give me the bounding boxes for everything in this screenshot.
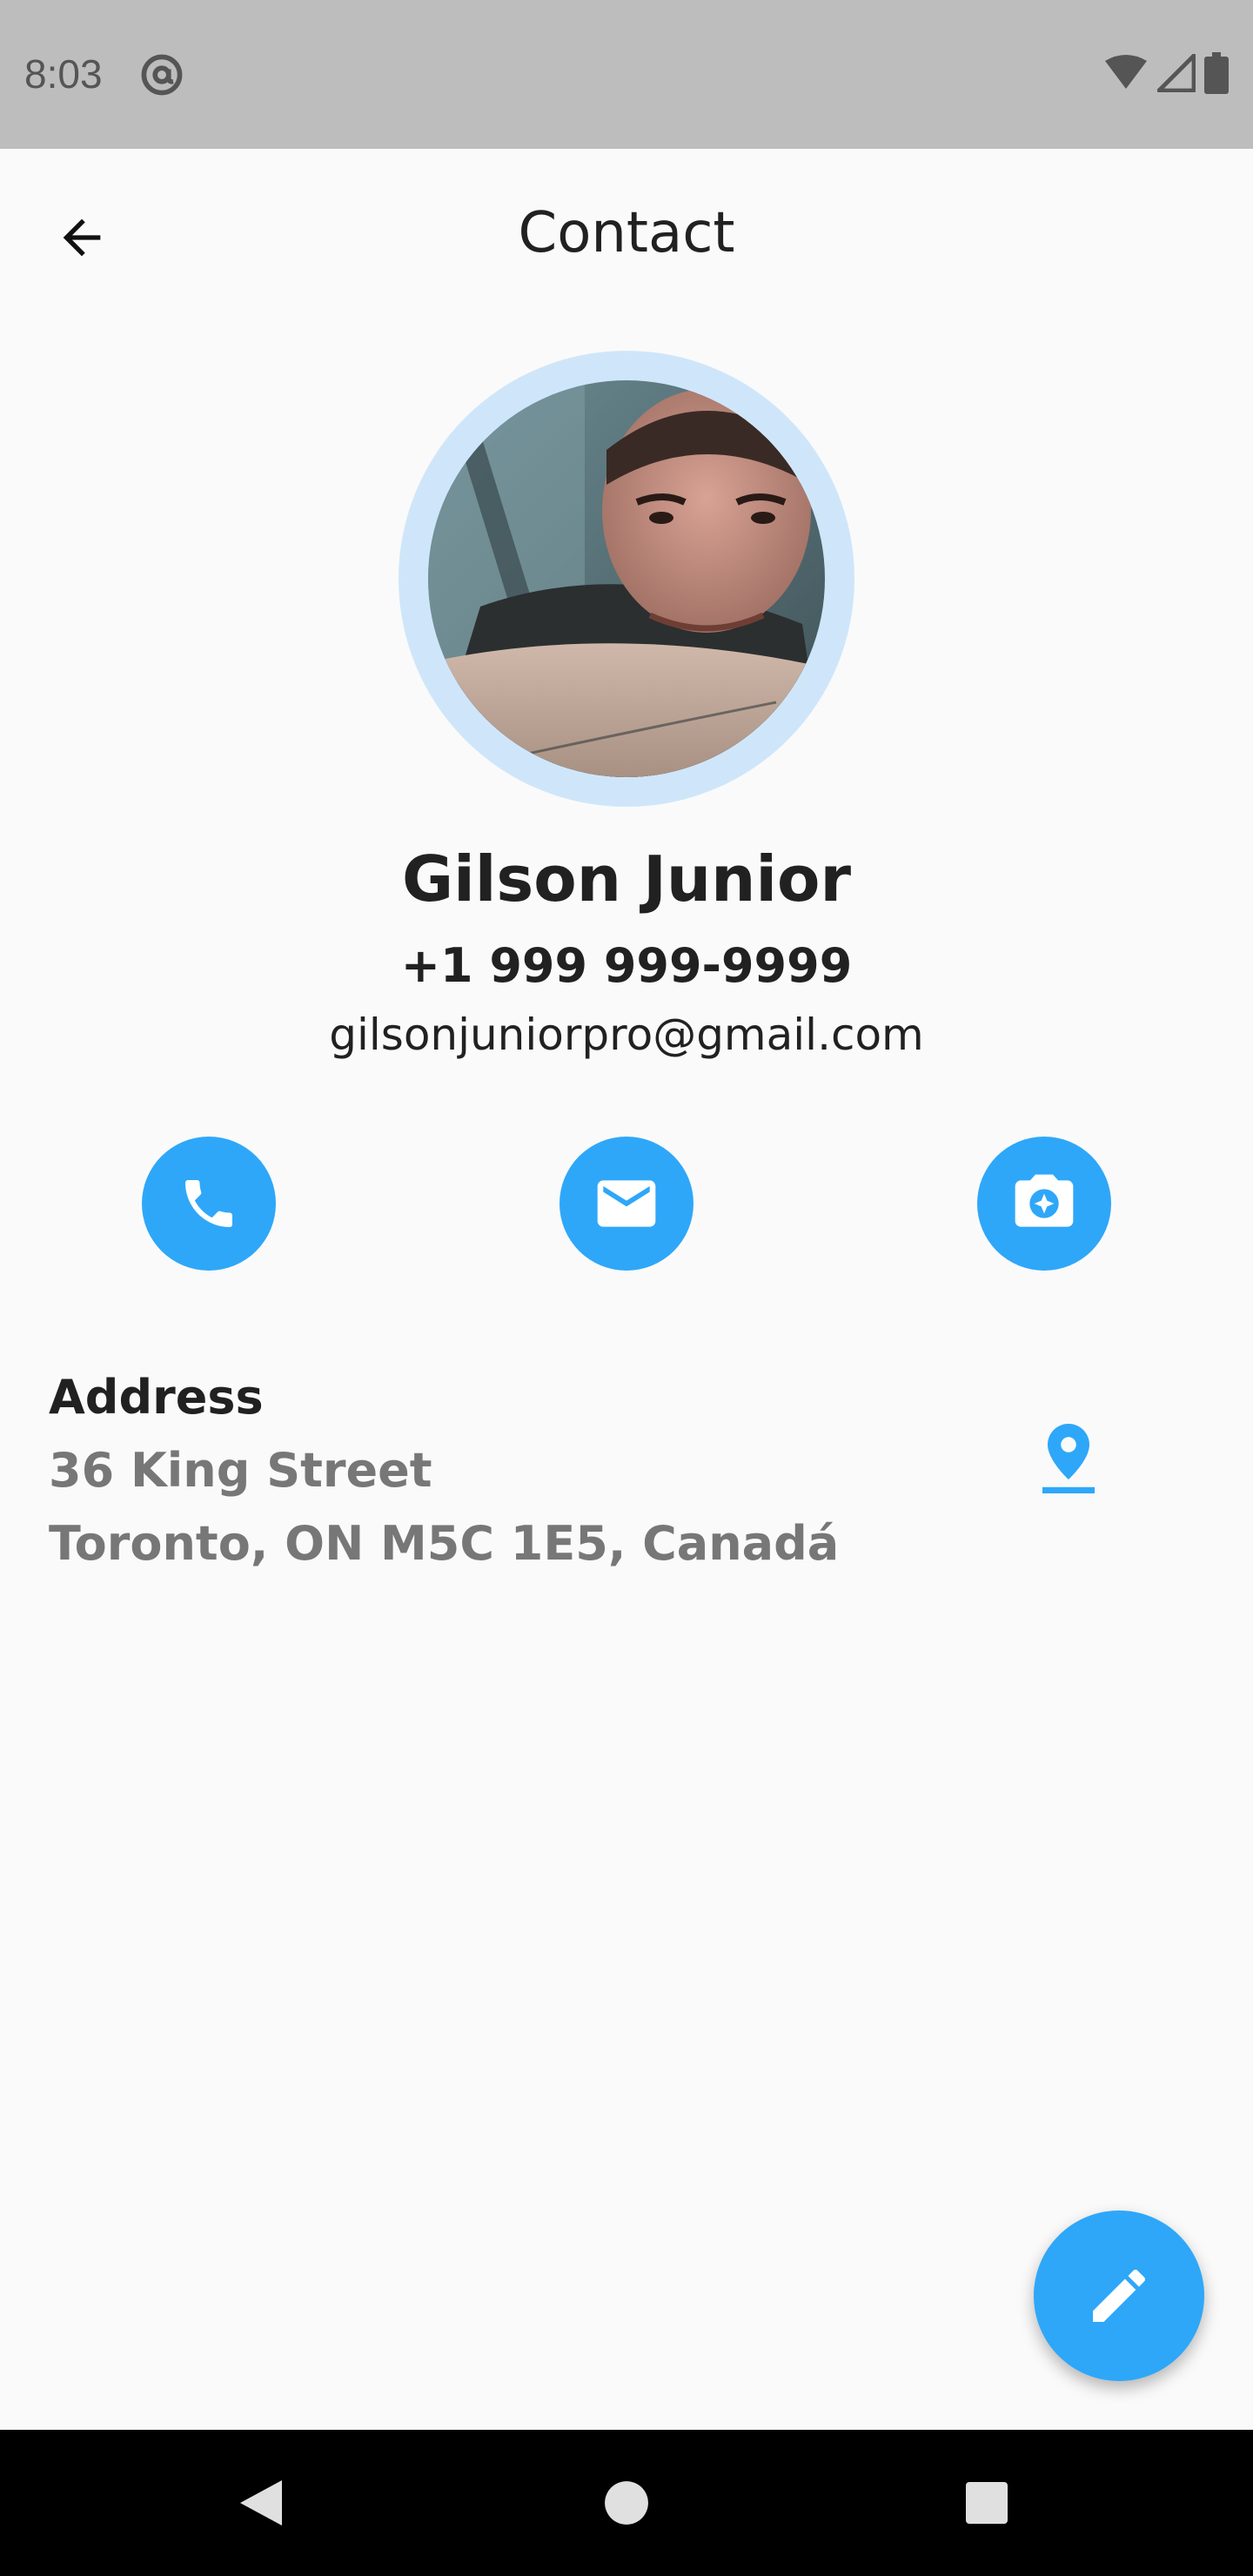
map-pin-icon[interactable] xyxy=(1041,1424,1096,1493)
status-time: 8:03 xyxy=(24,51,103,97)
status-bar: 8:03 xyxy=(0,0,1253,149)
edit-pencil-icon xyxy=(1093,2269,1146,2322)
nav-home-button[interactable] xyxy=(583,2459,670,2546)
system-nav-bar xyxy=(0,2430,1253,2576)
wifi-icon xyxy=(1105,55,1147,89)
email-button[interactable] xyxy=(559,1137,694,1271)
contact-email: gilsonjuniorpro@gmail.com xyxy=(329,1010,924,1060)
cell-signal-icon xyxy=(1157,54,1196,92)
nav-back-button[interactable] xyxy=(218,2459,305,2546)
address-line-2: Toronto, ON M5C 1E5, Canadá xyxy=(49,1516,840,1571)
mail-icon xyxy=(597,1180,656,1227)
avatar-ring xyxy=(399,351,854,807)
home-circle-icon xyxy=(605,2481,648,2525)
contact-screen: 8:03 Contact Gilson Junior +1 999 999-99… xyxy=(0,0,1253,2576)
nav-recents-button[interactable] xyxy=(943,2459,1030,2546)
avatar[interactable] xyxy=(428,380,825,777)
app-bar: Contact xyxy=(0,149,1253,323)
page-title: Contact xyxy=(518,201,735,265)
camera-icon xyxy=(1015,1174,1074,1227)
contact-phone: +1 999 999-9999 xyxy=(400,938,853,993)
status-icons xyxy=(1103,52,1229,94)
phone-icon xyxy=(185,1180,232,1227)
address-line-1: 36 King Street xyxy=(49,1443,432,1498)
at-sign-icon xyxy=(141,54,183,96)
address-label: Address xyxy=(49,1370,264,1425)
back-triangle-icon xyxy=(240,2480,282,2526)
contact-name: Gilson Junior xyxy=(401,842,852,916)
recents-square-icon xyxy=(966,2482,1008,2524)
edit-fab[interactable] xyxy=(1034,2210,1204,2381)
call-button[interactable] xyxy=(142,1137,276,1271)
camera-button[interactable] xyxy=(977,1137,1111,1271)
avatar-photo xyxy=(428,380,825,777)
battery-icon xyxy=(1204,52,1229,94)
